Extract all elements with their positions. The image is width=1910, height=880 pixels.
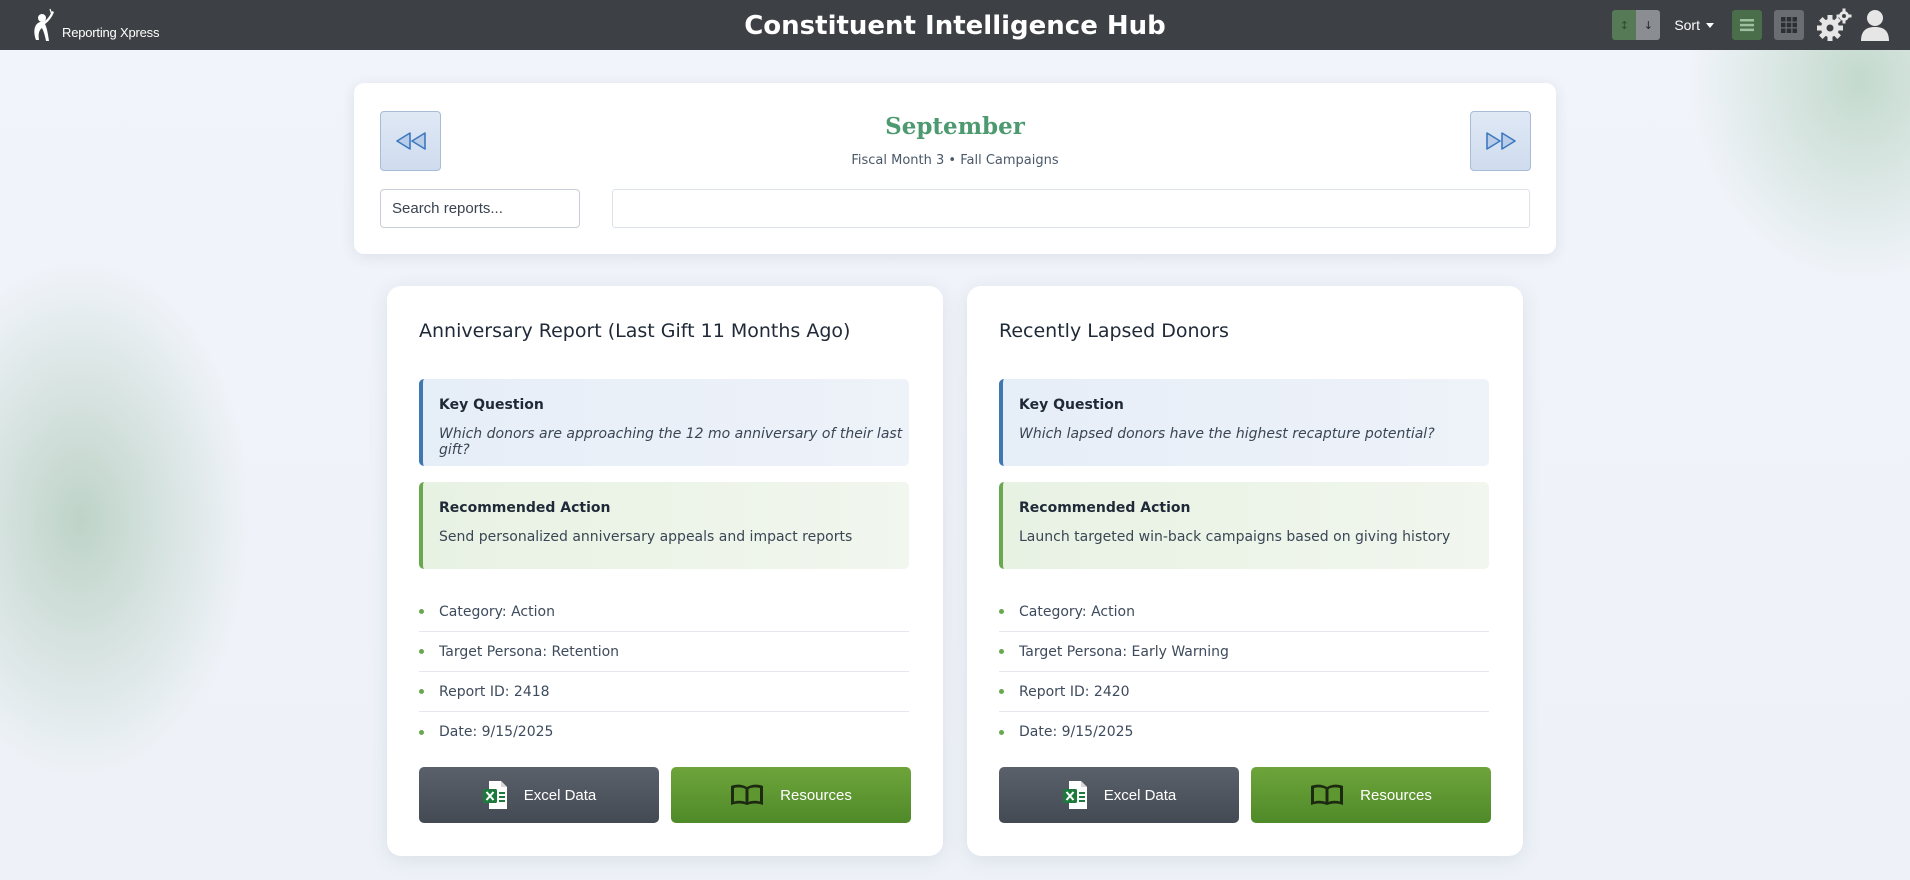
report-meta-list: Category: Action Target Persona: Early W… — [999, 592, 1489, 752]
report-title: Anniversary Report (Last Gift 11 Months … — [419, 320, 851, 342]
logo-text: Reporting Xpress — [62, 24, 160, 40]
report-card: Anniversary Report (Last Gift 11 Months … — [387, 286, 943, 856]
key-question-text: Which lapsed donors have the highest rec… — [1019, 426, 1435, 442]
current-month: September — [885, 113, 1025, 140]
report-title: Recently Lapsed Donors — [999, 320, 1229, 342]
meta-category: Category: Action — [419, 592, 909, 632]
meta-text: Target Persona: Early Warning — [1019, 643, 1229, 660]
recommended-action-text: Send personalized anniversary appeals an… — [439, 529, 853, 545]
meta-text: Date: 9/15/2025 — [1019, 724, 1134, 740]
key-question-label: Key Question — [1019, 397, 1124, 413]
meta-date: Date: 9/15/2025 — [419, 712, 909, 752]
meta-text: Report ID: 2418 — [439, 683, 550, 700]
sort-ascending-button[interactable]: ↕ — [1612, 10, 1637, 40]
bullet-icon — [419, 689, 424, 694]
grid-icon — [1781, 17, 1797, 33]
sort-order-toggle: ↕ ↓ — [1612, 10, 1661, 40]
recommended-action-box: Recommended Action Send personalized ann… — [419, 482, 909, 569]
key-question-text: Which donors are approaching the 12 mo a… — [439, 426, 903, 458]
search-input[interactable] — [380, 189, 580, 228]
excel-data-label: Excel Data — [1103, 786, 1177, 804]
meta-target-persona: Target Persona: Early Warning — [999, 632, 1489, 672]
meta-text: Target Persona: Retention — [439, 643, 620, 660]
report-card: Recently Lapsed Donors Key Question Whic… — [967, 286, 1523, 856]
excel-data-button[interactable]: Excel Data — [999, 767, 1239, 823]
excel-file-icon — [1062, 780, 1088, 810]
app-logo[interactable]: Reporting Xpress — [30, 6, 159, 46]
list-icon — [1740, 19, 1754, 32]
meta-target-persona: Target Persona: Retention — [419, 632, 909, 672]
key-question-label: Key Question — [439, 397, 544, 413]
key-question-box: Key Question Which lapsed donors have th… — [999, 379, 1489, 466]
double-chevron-right-icon — [1485, 132, 1516, 150]
toolbar: ↕ ↓ Sort — [1612, 0, 1898, 50]
bullet-icon — [419, 609, 424, 614]
resources-button[interactable]: Resources — [671, 767, 911, 823]
settings-gear-icon[interactable] — [1816, 8, 1852, 42]
top-bar: Reporting Xpress Constituent Intelligenc… — [0, 0, 1910, 50]
bullet-icon — [419, 649, 424, 654]
resources-label: Resources — [1360, 786, 1432, 804]
recommended-action-box: Recommended Action Launch targeted win-b… — [999, 482, 1489, 569]
next-month-button[interactable] — [1470, 111, 1531, 171]
bullet-icon — [999, 649, 1004, 654]
excel-file-icon — [482, 780, 508, 810]
grid-view-button[interactable] — [1774, 10, 1804, 40]
month-navigation-panel: September Fiscal Month 3 • Fall Campaign… — [354, 83, 1556, 254]
chevron-down-icon[interactable] — [1706, 22, 1714, 28]
filter-bar[interactable] — [612, 189, 1530, 228]
meta-report-id: Report ID: 2418 — [419, 672, 909, 712]
bullet-icon — [999, 729, 1004, 735]
book-icon — [730, 783, 764, 807]
recommended-action-label: Recommended Action — [439, 500, 611, 516]
excel-data-button[interactable]: Excel Data — [419, 767, 659, 823]
meta-text: Category: Action — [439, 603, 555, 620]
book-icon — [1310, 783, 1344, 807]
key-question-box: Key Question Which donors are approachin… — [419, 379, 909, 466]
meta-text: Report ID: 2420 — [1019, 683, 1130, 700]
resources-label: Resources — [780, 786, 852, 804]
sort-descending-button[interactable]: ↓ — [1636, 10, 1661, 40]
list-view-button[interactable] — [1732, 10, 1762, 40]
month-subtitle: Fiscal Month 3 • Fall Campaigns — [851, 153, 1059, 168]
sort-dropdown[interactable]: Sort — [1674, 17, 1700, 33]
meta-text: Category: Action — [1019, 603, 1135, 620]
bullet-icon — [999, 609, 1004, 614]
resources-button[interactable]: Resources — [1251, 767, 1491, 823]
recommended-action-text: Launch targeted win-back campaigns based… — [1019, 529, 1451, 545]
user-profile-icon[interactable] — [1860, 8, 1890, 42]
recommended-action-label: Recommended Action — [1019, 500, 1191, 516]
meta-category: Category: Action — [999, 592, 1489, 632]
bullet-icon — [999, 689, 1004, 694]
excel-data-label: Excel Data — [523, 786, 597, 804]
meta-date: Date: 9/15/2025 — [999, 712, 1489, 752]
report-meta-list: Category: Action Target Persona: Retenti… — [419, 592, 909, 752]
bullet-icon — [419, 729, 424, 735]
logo-figure-icon — [34, 8, 54, 41]
meta-report-id: Report ID: 2420 — [999, 672, 1489, 712]
meta-text: Date: 9/15/2025 — [439, 724, 554, 740]
